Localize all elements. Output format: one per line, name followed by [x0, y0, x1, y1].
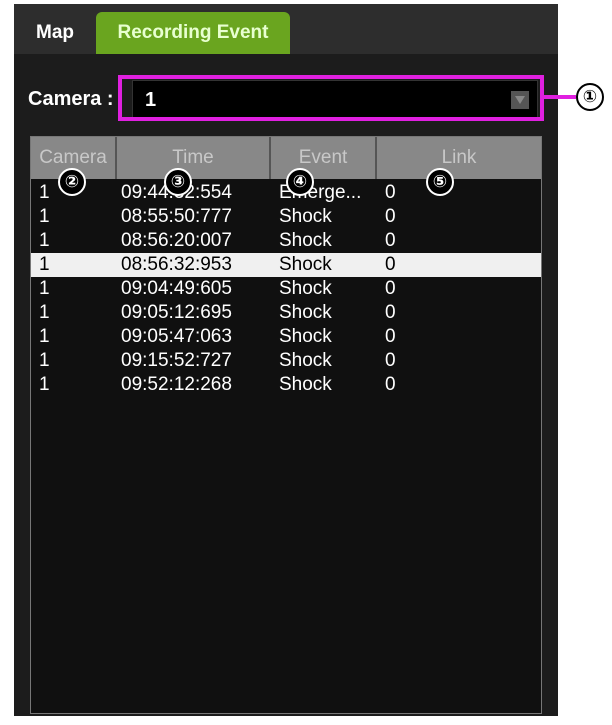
callout-badge-4: ④: [286, 168, 314, 196]
cell-camera: 1: [39, 326, 50, 347]
cell-event: Shock: [279, 374, 332, 395]
cell-time: 09:05:47:063: [121, 326, 232, 347]
tab-bar: Map Recording Event: [14, 4, 558, 54]
cell-link: 0: [385, 206, 396, 227]
cell-link: 0: [385, 278, 396, 299]
cell-time: 09:04:49:605: [121, 278, 232, 299]
column-header-time[interactable]: Time: [117, 137, 271, 179]
cell-link: 0: [385, 230, 396, 251]
table-row[interactable]: 1 09:52:12:268 Shock 0: [31, 373, 541, 397]
camera-filter-label: Camera :: [28, 88, 114, 110]
table-row[interactable]: 1 09:05:12:695 Shock 0: [31, 301, 541, 325]
column-header-link[interactable]: Link: [377, 137, 541, 179]
cell-camera: 1: [39, 206, 50, 227]
table-header: Camera Time Event Link: [31, 137, 541, 179]
cell-camera: 1: [39, 230, 50, 251]
column-header-event[interactable]: Event: [271, 137, 377, 179]
cell-camera: 1: [39, 182, 50, 203]
cell-link: 0: [385, 302, 396, 323]
cell-link: 0: [385, 254, 396, 275]
callout-badge-5: ⑤: [426, 168, 454, 196]
cell-link: 0: [385, 182, 396, 203]
callout-connector: [544, 95, 576, 99]
cell-camera: 1: [39, 374, 50, 395]
tab-map[interactable]: Map: [18, 12, 92, 54]
callout-badge-3: ③: [164, 168, 192, 196]
callout-badge-1: ①: [576, 83, 604, 111]
event-table: Camera Time Event Link 109:44:32:554Emer…: [30, 136, 542, 714]
table-row[interactable]: 1 08:55:50:777 Shock 0: [31, 205, 541, 229]
table-row[interactable]: 1 08:56:20:007 Shock 0: [31, 229, 541, 253]
cell-link: 0: [385, 326, 396, 347]
cell-event: Shock: [279, 326, 332, 347]
tab-recording-event[interactable]: Recording Event: [96, 12, 290, 54]
cell-event: Shock: [279, 230, 332, 251]
cell-time: 08:56:20:007: [121, 230, 232, 251]
table-row[interactable]: 1 09:15:52:727 Shock 0: [31, 349, 541, 373]
cell-time: 08:55:50:777: [121, 206, 232, 227]
cell-event: Shock: [279, 254, 332, 275]
callout-highlight-box: [118, 75, 544, 121]
cell-time: 09:15:52:727: [121, 350, 232, 371]
cell-camera: 1: [39, 302, 50, 323]
cell-time: 08:56:32:953: [121, 254, 232, 275]
cell-event: Shock: [279, 350, 332, 371]
cell-link: 0: [385, 374, 396, 395]
callout-badge-2: ②: [58, 168, 86, 196]
cell-time: 09:52:12:268: [121, 374, 232, 395]
table-row[interactable]: 1 09:05:47:063 Shock 0: [31, 325, 541, 349]
cell-event: Shock: [279, 278, 332, 299]
cell-camera: 1: [39, 254, 50, 275]
cell-event: Shock: [279, 302, 332, 323]
table-row[interactable]: 1 08:56:32:953 Shock 0: [31, 253, 541, 277]
cell-link: 0: [385, 350, 396, 371]
table-row[interactable]: 1 09:04:49:605 Shock 0: [31, 277, 541, 301]
cell-camera: 1: [39, 350, 50, 371]
cell-camera: 1: [39, 278, 50, 299]
cell-time: 09:05:12:695: [121, 302, 232, 323]
cell-event: Shock: [279, 206, 332, 227]
